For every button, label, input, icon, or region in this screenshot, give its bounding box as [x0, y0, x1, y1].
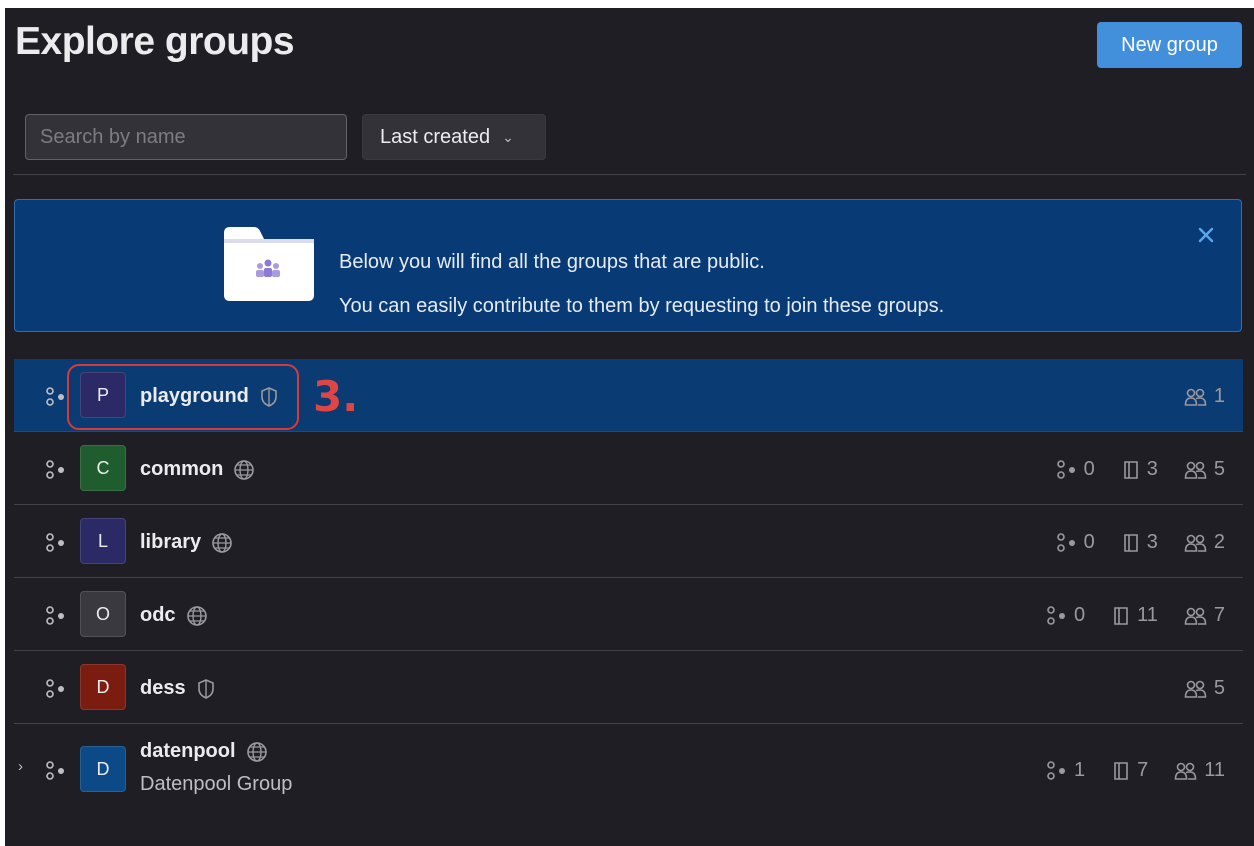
- bookmark-icon: [1114, 606, 1128, 625]
- subgroup-count-icon: [1056, 532, 1075, 552]
- folder-illustration-icon: [220, 225, 316, 303]
- members-count: 5: [1184, 458, 1225, 481]
- group-row-datenpool[interactable]: › D datenpool Datenpool Group 1 7 11: [14, 724, 1243, 816]
- group-row-playground[interactable]: P playground 1: [14, 359, 1243, 432]
- projects-count: 7: [1111, 759, 1148, 782]
- group-name-link[interactable]: library: [140, 531, 233, 554]
- group-stats: 0 3 2: [1056, 531, 1225, 554]
- subgroup-icon: [45, 533, 67, 553]
- chevron-right-icon[interactable]: ›: [18, 758, 23, 775]
- banner-line-1: Below you will find all the groups that …: [339, 251, 765, 273]
- users-icon: [1184, 388, 1207, 406]
- group-stats: 0 11 7: [1046, 604, 1225, 627]
- users-icon: [1184, 534, 1207, 552]
- users-icon: [1184, 607, 1207, 625]
- group-name: datenpool: [140, 740, 236, 762]
- subgroup-count-icon: [1056, 459, 1075, 479]
- chevron-down-icon: ⌄: [502, 128, 514, 145]
- projects-count: 11: [1111, 604, 1158, 627]
- public-groups-banner: Below you will find all the groups that …: [14, 199, 1242, 332]
- members-count: 1: [1184, 385, 1225, 408]
- group-row-dess[interactable]: D dess 5: [14, 651, 1243, 724]
- subgroup-count-icon: [1047, 605, 1065, 625]
- annotation-step-label: 3.: [313, 372, 359, 421]
- group-avatar: C: [80, 445, 126, 491]
- group-name-link[interactable]: dess: [140, 677, 216, 700]
- sort-dropdown-label: Last created: [380, 125, 491, 148]
- group-name-link[interactable]: datenpool: [140, 740, 268, 763]
- banner-line-2: You can easily contribute to them by req…: [339, 295, 945, 317]
- members-count: 2: [1184, 531, 1225, 554]
- group-name-link[interactable]: odc: [140, 604, 208, 627]
- group-stats: 5: [1184, 677, 1225, 700]
- bookmark-icon: [1123, 460, 1138, 479]
- projects-count: 3: [1121, 531, 1158, 554]
- users-icon: [1174, 762, 1197, 780]
- group-row-odc[interactable]: O odc 0 11 7: [14, 578, 1243, 651]
- members-count: 11: [1174, 759, 1225, 782]
- group-avatar: D: [80, 746, 126, 792]
- group-name: dess: [140, 677, 186, 699]
- subgroup-icon: [45, 460, 67, 480]
- members-count: 5: [1184, 677, 1225, 700]
- group-name: common: [140, 458, 224, 480]
- group-stats: 1: [1184, 385, 1225, 408]
- group-stats: 1 7 11: [1046, 759, 1225, 782]
- subgroups-count: 1: [1046, 759, 1085, 782]
- members-count: 7: [1184, 604, 1225, 627]
- banner-message: Below you will find all the groups that …: [339, 240, 944, 328]
- group-row-common[interactable]: C common 0 3 5: [14, 432, 1243, 505]
- shield-icon: [259, 386, 279, 408]
- globe-icon: [246, 741, 268, 763]
- group-name: library: [140, 531, 202, 553]
- group-avatar: D: [80, 664, 126, 710]
- bookmark-icon: [1114, 761, 1128, 780]
- header-divider: [13, 174, 1246, 175]
- subgroup-icon: [45, 761, 67, 781]
- group-name-link[interactable]: playground: [140, 385, 279, 408]
- banner-close-button[interactable]: [1195, 224, 1217, 246]
- group-name-link[interactable]: common: [140, 458, 255, 481]
- shield-icon: [196, 678, 216, 700]
- group-list: P playground 1 C common 0 3 5 L library …: [14, 359, 1243, 816]
- subgroup-count-icon: [1047, 760, 1065, 780]
- group-stats: 0 3 5: [1056, 458, 1225, 481]
- new-group-button[interactable]: New group: [1097, 22, 1242, 68]
- group-avatar: P: [80, 372, 126, 418]
- close-icon: [1198, 227, 1214, 243]
- group-avatar: O: [80, 591, 126, 637]
- page-title: Explore groups: [15, 20, 295, 63]
- subgroups-count: 0: [1046, 604, 1085, 627]
- group-avatar: L: [80, 518, 126, 564]
- explore-groups-page: Explore groups New group Last created ⌄ …: [5, 8, 1254, 846]
- bookmark-icon: [1123, 533, 1138, 552]
- search-input[interactable]: [25, 114, 347, 160]
- subgroup-icon: [45, 606, 67, 626]
- subgroups-count: 0: [1056, 531, 1095, 554]
- globe-icon: [211, 532, 233, 554]
- group-name: playground: [140, 385, 249, 407]
- subgroup-icon: [45, 387, 67, 407]
- sort-dropdown[interactable]: Last created ⌄: [362, 114, 546, 160]
- group-row-library[interactable]: L library 0 3 2: [14, 505, 1243, 578]
- globe-icon: [233, 459, 255, 481]
- projects-count: 3: [1121, 458, 1158, 481]
- subgroups-count: 0: [1056, 458, 1095, 481]
- group-name: odc: [140, 604, 176, 626]
- group-description: Datenpool Group: [140, 773, 293, 795]
- users-icon: [1184, 461, 1207, 479]
- users-icon: [1184, 680, 1207, 698]
- subgroup-icon: [45, 679, 67, 699]
- globe-icon: [186, 605, 208, 627]
